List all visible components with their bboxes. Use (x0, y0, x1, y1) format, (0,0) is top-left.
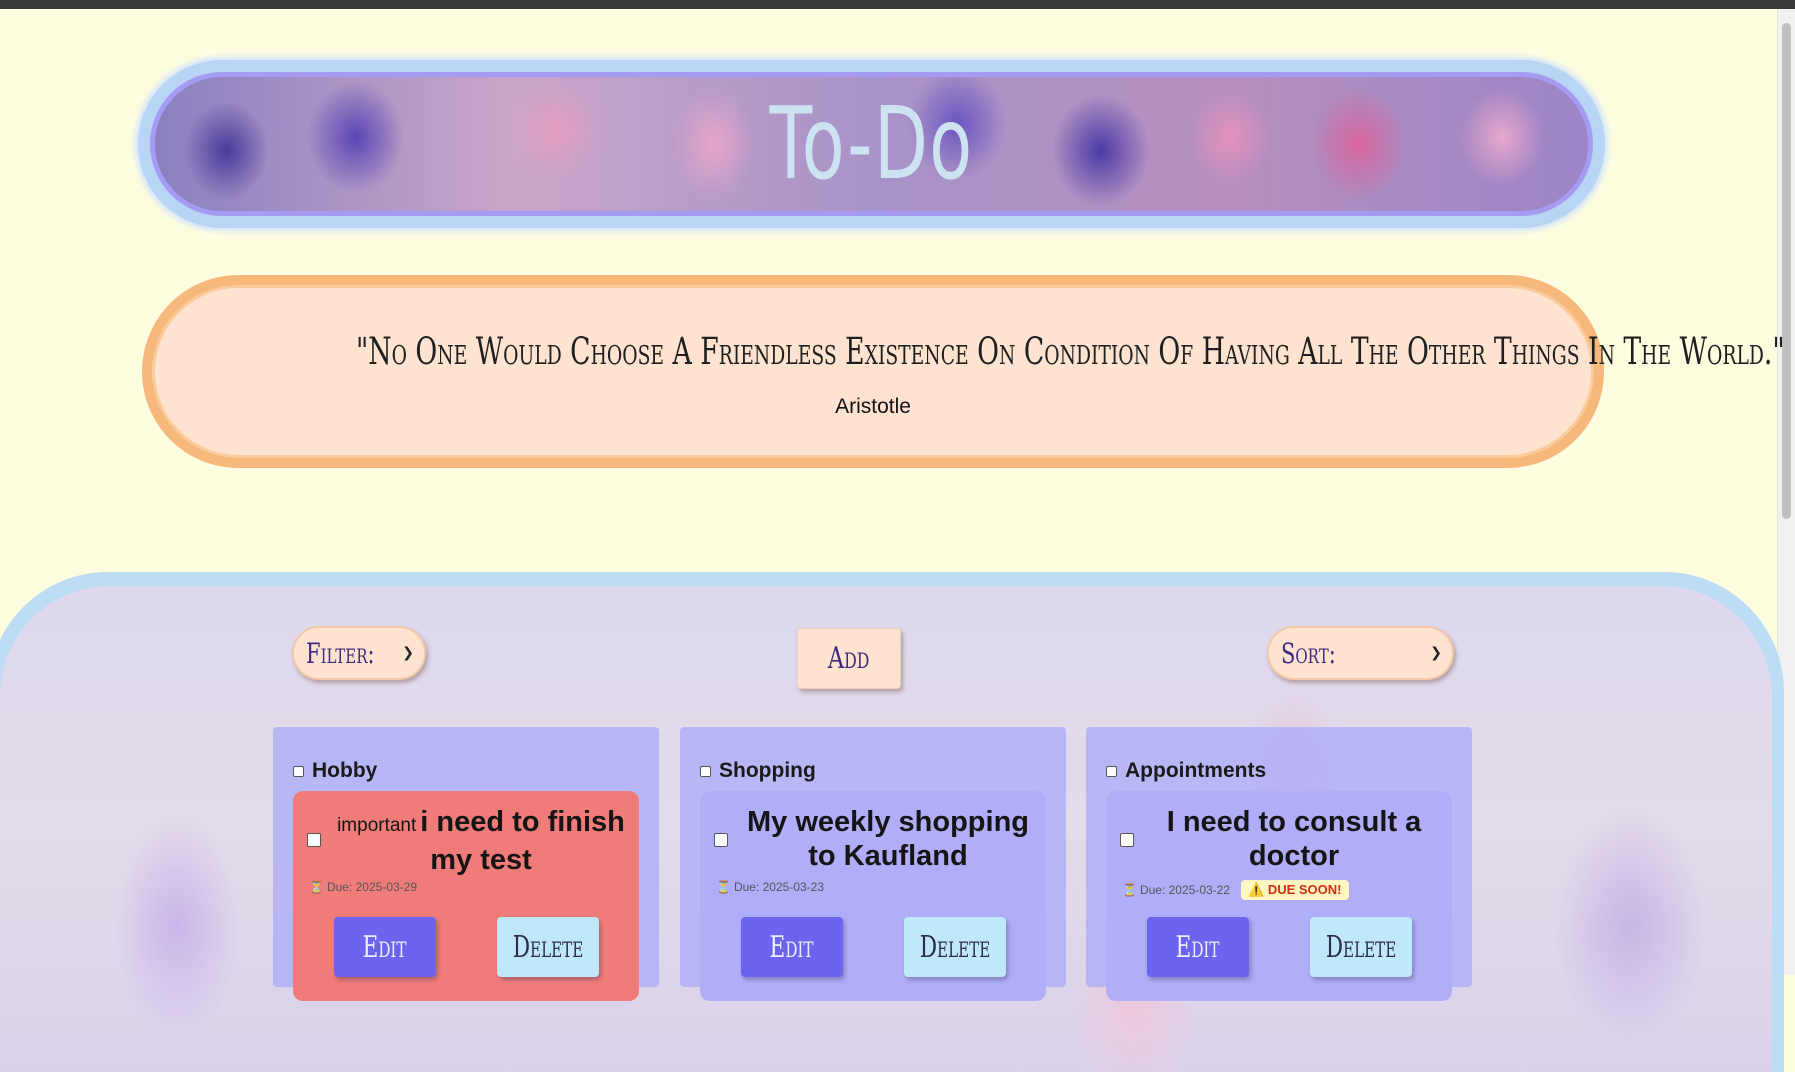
todo-title: My weekly shopping to Kaufland (747, 806, 1029, 872)
edit-button-label: Edit (363, 929, 407, 965)
quote-author: Aristotle (835, 395, 911, 418)
todo-card: I need to consult a doctor ⏳ Due: 2025-0… (1106, 791, 1452, 1001)
category-column-hobby: Hobby important i need to finish my test … (273, 727, 659, 1001)
chevron-down-icon: ❯ (1430, 645, 1442, 661)
todo-checkbox[interactable] (714, 833, 728, 847)
filter-select[interactable]: Filter: ❯ (292, 626, 426, 680)
page-title: To-Do (769, 85, 974, 202)
todo-card: important i need to finish my test ⏳ Due:… (293, 791, 639, 1001)
due-soon-badge: ⚠️ DUE SOON! (1241, 880, 1349, 900)
todo-title: i need to finish my test (420, 806, 625, 876)
hourglass-icon: ⏳ (1122, 883, 1137, 897)
add-button[interactable]: Add (797, 628, 901, 689)
sort-select[interactable]: Sort: ❯ (1267, 626, 1454, 680)
due-date: ⏳ Due: 2025-03-29 (309, 880, 417, 894)
todo-text: important i need to finish my test (333, 805, 629, 877)
todo-checkbox[interactable] (1120, 833, 1134, 847)
todo-text: My weekly shopping to Kaufland (740, 805, 1036, 873)
quote-box: "No One Would Choose A Friendless Existe… (142, 275, 1785, 468)
todo-checkbox[interactable] (307, 833, 321, 847)
delete-button[interactable]: Delete (904, 917, 1006, 977)
todo-text: I need to consult a doctor (1146, 805, 1442, 873)
add-button-label: Add (828, 641, 870, 676)
column-header: Hobby (293, 759, 377, 783)
header-banner: To-Do (138, 60, 1605, 228)
column-checkbox[interactable] (700, 765, 711, 777)
column-checkbox[interactable] (293, 765, 304, 777)
column-checkbox[interactable] (1106, 765, 1117, 777)
edit-button[interactable]: Edit (1147, 917, 1249, 977)
due-date-text: Due: 2025-03-23 (733, 880, 825, 894)
category-column-appointments: Appointments I need to consult a doctor … (1086, 727, 1472, 1001)
todo-card: My weekly shopping to Kaufland ⏳ Due: 20… (700, 791, 1046, 1001)
delete-button-label: Delete (919, 929, 991, 965)
scrollbar-thumb[interactable] (1782, 23, 1791, 519)
column-header: Appointments (1106, 759, 1266, 783)
hourglass-icon: ⏳ (309, 880, 324, 894)
header-banner-image: To-Do (150, 72, 1593, 216)
hourglass-icon: ⏳ (716, 880, 731, 894)
column-header: Shopping (700, 759, 816, 783)
edit-button-label: Edit (770, 929, 814, 965)
quote-text: "No One Would Choose A Friendless Existe… (356, 330, 1785, 373)
due-date: ⏳ Due: 2025-03-22 ⚠️ DUE SOON! (1122, 880, 1349, 900)
due-date: ⏳ Due: 2025-03-23 (716, 880, 824, 894)
sort-select-label: Sort: (1281, 636, 1336, 670)
due-date-text: Due: 2025-03-22 (1139, 883, 1231, 897)
column-title: Hobby (312, 759, 378, 782)
delete-button[interactable]: Delete (1310, 917, 1412, 977)
edit-button-label: Edit (1176, 929, 1220, 965)
important-tag: important (337, 815, 417, 836)
column-title: Appointments (1125, 759, 1267, 782)
quote-inner: "No One Would Choose A Friendless Existe… (152, 285, 1785, 458)
delete-button-label: Delete (1325, 929, 1397, 965)
delete-button[interactable]: Delete (497, 917, 599, 977)
edit-button[interactable]: Edit (741, 917, 843, 977)
chevron-down-icon: ❯ (402, 645, 414, 661)
edit-button[interactable]: Edit (334, 917, 436, 977)
due-date-text: Due: 2025-03-29 (326, 880, 418, 894)
filter-select-label: Filter: (306, 636, 375, 670)
delete-button-label: Delete (512, 929, 584, 965)
browser-top-bar (0, 0, 1795, 9)
todo-title: I need to consult a doctor (1166, 806, 1422, 872)
column-title: Shopping (719, 759, 816, 782)
category-column-shopping: Shopping My weekly shopping to Kaufland … (680, 727, 1066, 1001)
